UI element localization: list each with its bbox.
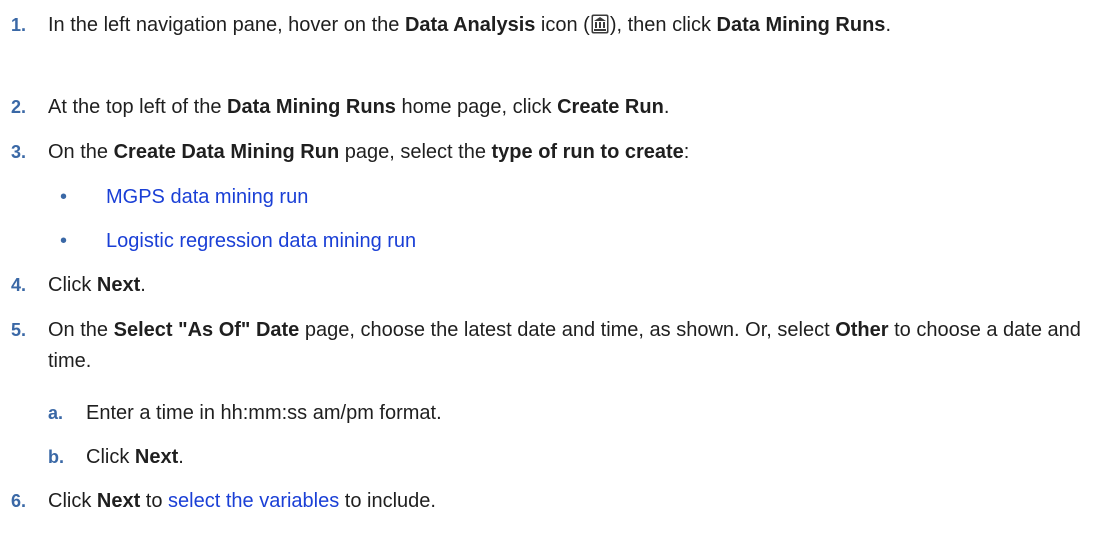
step-text: On the Create Data Mining Run page, sele… [48,141,690,163]
step-number: 2. [11,97,27,117]
mgps-data-mining-run-link[interactable]: MGPS data mining run [106,186,308,208]
ui-term: type of run to create [491,141,684,163]
step-number: 6. [11,491,27,511]
data-analysis-icon [591,13,609,34]
step-text: In the left navigation pane, hover on th… [48,13,891,36]
step-number: 4. [11,275,27,295]
bullet-symbol: • [60,230,68,252]
substep-letter: a. [48,403,64,423]
ui-term: Select "As Of" Date [113,319,300,341]
step-number: 5. [11,320,27,340]
ui-term: Data Mining Runs [716,14,886,36]
ui-term: Create Data Mining Run [113,141,340,163]
ui-term: Next [134,446,179,468]
step-number: 3. [11,142,27,162]
step-number: 1. [11,15,27,35]
ui-term: Data Analysis [404,14,536,36]
substep-letter: b. [48,447,64,467]
step-text: Click Next to select the variables to in… [48,490,436,512]
ui-term: Next [96,274,141,296]
select-the-variables-link[interactable]: select the variables [168,490,339,512]
procedure-steps: 1. In the left navigation pane, hover on… [0,0,1113,535]
step-text: At the top left of the Data Mining Runs … [48,96,670,118]
substep-text: Enter a time in hh:mm:ss am/pm format. [86,402,442,424]
ui-term: Data Mining Runs [227,96,396,118]
step-text: On the Select "As Of" Date page, choose … [48,319,1081,372]
substep-text: Click Next. [86,446,184,468]
bullet-symbol: • [60,186,68,208]
ui-term: Other [835,319,889,341]
step-text: Click Next. [48,274,146,296]
ui-term: Create Run [557,96,664,118]
logistic-regression-data-mining-run-link[interactable]: Logistic regression data mining run [106,230,416,252]
ui-term: Next [96,490,141,512]
